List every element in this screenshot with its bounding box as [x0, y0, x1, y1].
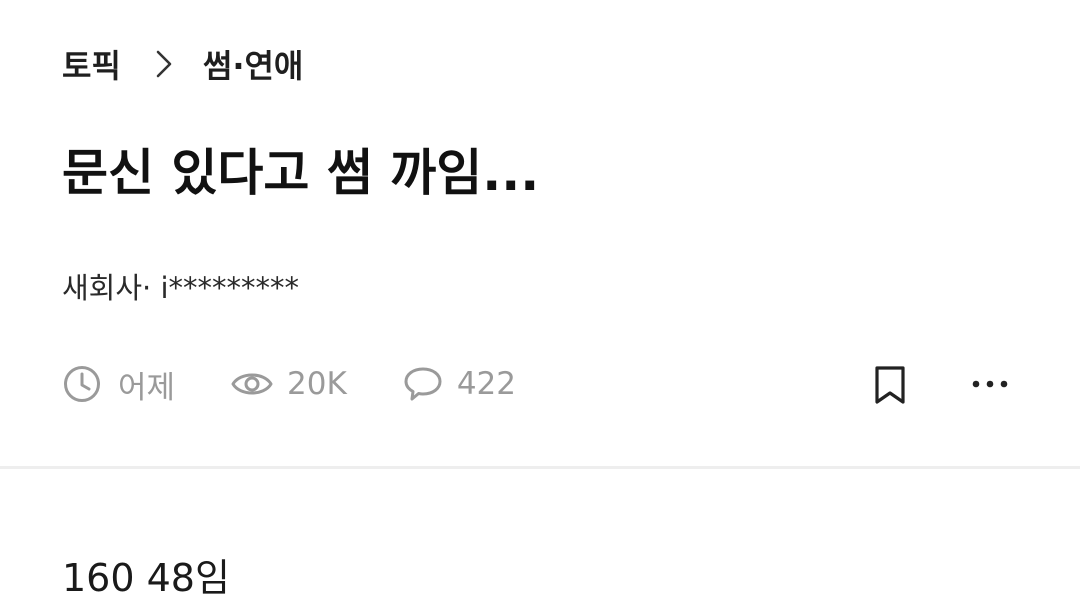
bookmark-button[interactable]: [870, 364, 910, 406]
speech-bubble-icon: [404, 367, 442, 401]
post-title: 문신 있다고 썸 까임...: [62, 144, 540, 202]
post-views: 20K: [231, 366, 347, 402]
breadcrumb-category-link[interactable]: 썸·연애: [203, 41, 303, 87]
post-time: 어제: [62, 362, 175, 407]
chevron-right-icon: [155, 49, 173, 79]
clock-icon: [64, 366, 100, 402]
breadcrumb: 토픽 썸·연애: [62, 42, 303, 86]
more-options-button[interactable]: [968, 364, 1012, 404]
bookmark-icon: [875, 366, 905, 404]
post-comments-count: 422: [456, 366, 516, 402]
section-divider: [0, 466, 1080, 469]
post-body: 160 48임: [62, 556, 230, 600]
post-comments[interactable]: 422: [403, 366, 516, 402]
post-meta: 어제 20K 422: [62, 362, 516, 406]
more-horizontal-icon: [972, 380, 1008, 388]
post-time-label: 어제: [118, 369, 176, 406]
eye-icon: [231, 373, 273, 395]
post-author[interactable]: 새회사· i*********: [62, 268, 299, 308]
post-views-count: 20K: [287, 366, 347, 402]
breadcrumb-topic-link[interactable]: 토픽: [62, 41, 121, 87]
